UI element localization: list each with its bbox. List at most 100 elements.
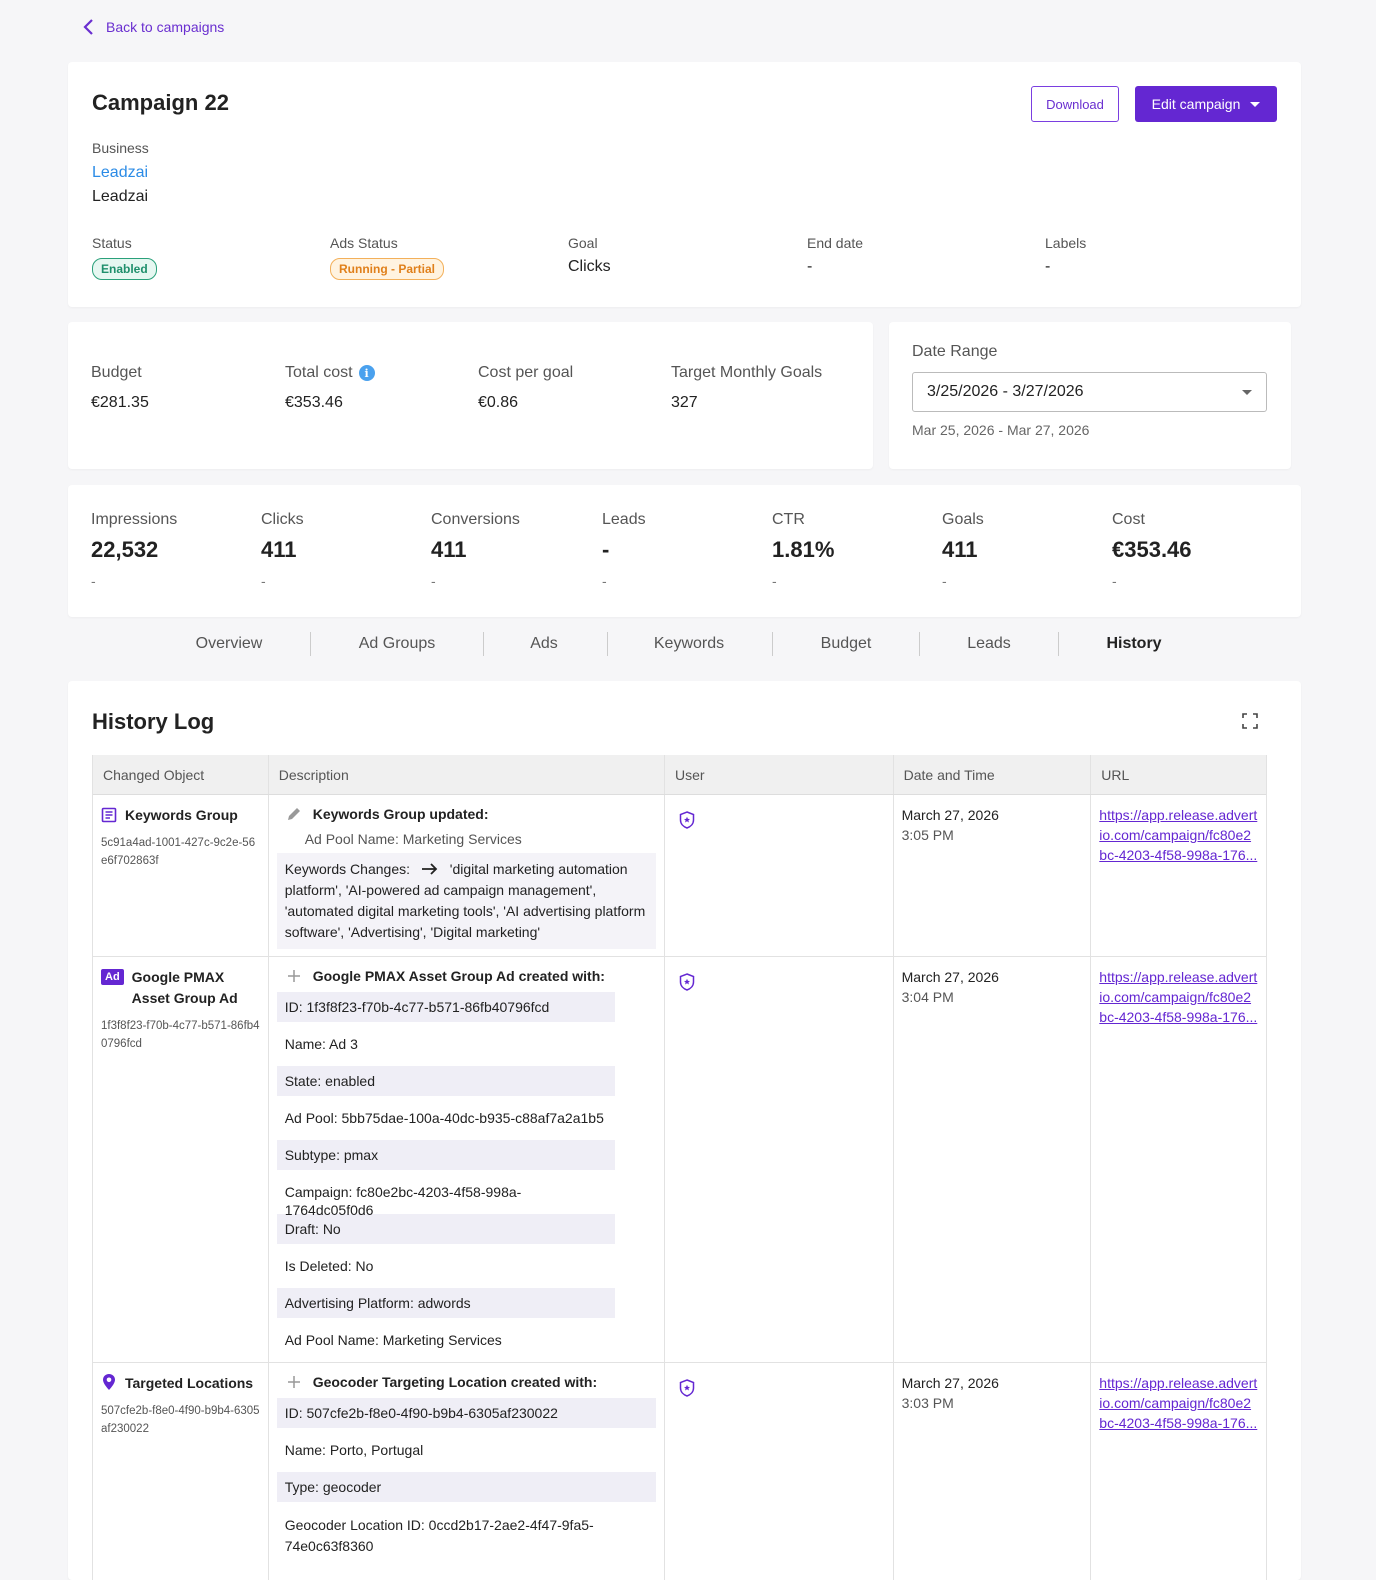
business-label: Business bbox=[92, 140, 149, 156]
field-item: Ad Pool: 5bb75dae-100a-40dc-b935-c88af7a… bbox=[284, 1110, 604, 1126]
cost-per-goal-stat: Cost per goal €0.86 bbox=[478, 364, 573, 412]
caret-down-icon bbox=[1250, 101, 1261, 107]
tab-history[interactable]: History bbox=[1086, 626, 1182, 662]
field-item: Name: Ad 3 bbox=[284, 1036, 358, 1052]
column-header[interactable]: User bbox=[665, 755, 894, 794]
table-row: Keywords Group 5c91a4ad-1001-427c-9c2e-5… bbox=[93, 795, 1266, 957]
metric-delta: - bbox=[91, 573, 96, 589]
business-name: Leadzai bbox=[92, 188, 149, 205]
ad-badge-icon: Ad bbox=[101, 969, 124, 985]
labels-label: Labels bbox=[1045, 235, 1087, 251]
cost-per-goal-label: Cost per goal bbox=[478, 364, 574, 381]
change-date: March 27, 2026 bbox=[901, 807, 999, 823]
field-item: Name: Porto, Portugal bbox=[284, 1442, 424, 1458]
end-date-label: End date bbox=[807, 235, 864, 251]
budget-stat: Budget €281.35 bbox=[91, 364, 149, 412]
ads-status-field: Ads Status Running - Partial bbox=[330, 235, 444, 280]
change-date: March 27, 2026 bbox=[901, 1375, 999, 1391]
table-header: Changed Object Description User Date and… bbox=[93, 755, 1266, 795]
plus-icon bbox=[287, 1376, 300, 1388]
ads-status-badge: Running - Partial bbox=[330, 258, 444, 280]
metric-value: - bbox=[602, 537, 610, 562]
total-cost-value: €353.46 bbox=[285, 394, 343, 411]
url-cell: https://app.release.advertio.com/campaig… bbox=[1091, 1363, 1266, 1580]
shield-user-icon[interactable] bbox=[679, 811, 695, 829]
metric-value: 411 bbox=[261, 537, 297, 562]
tab-keywords[interactable]: Keywords bbox=[636, 626, 742, 662]
column-header[interactable]: Changed Object bbox=[93, 755, 269, 794]
edit-campaign-button[interactable]: Edit campaign bbox=[1135, 86, 1277, 122]
goal-value: Clicks bbox=[568, 258, 611, 275]
metric-label: Goals bbox=[942, 511, 984, 528]
target-goals-label: Target Monthly Goals bbox=[671, 364, 823, 381]
metric-value: €353.46 bbox=[1112, 537, 1192, 562]
info-icon[interactable]: i bbox=[358, 365, 375, 381]
metric-label: Cost bbox=[1112, 511, 1145, 528]
tab-budget[interactable]: Budget bbox=[801, 626, 891, 662]
date-time-cell: March 27, 2026 3:05 PM bbox=[894, 795, 1092, 956]
field-item: ID: 1f3f8f23-f70b-4c77-b571-86fb40796fcd bbox=[276, 992, 615, 1022]
metric-leads: Leads - - bbox=[602, 511, 646, 589]
date-range-card: Date Range 3/25/2026 - 3/27/2026 Mar 25,… bbox=[889, 322, 1291, 469]
metric-value: 22,532 bbox=[91, 537, 159, 562]
description-cell: Google PMAX Asset Group Ad created with:… bbox=[269, 957, 665, 1362]
plus-icon bbox=[287, 970, 300, 982]
field-item: Geocoder Location ID: 0ccd2b17-2ae2-4f47… bbox=[284, 1517, 594, 1554]
tab-ad-groups[interactable]: Ad Groups bbox=[338, 626, 456, 662]
tab-ads[interactable]: Ads bbox=[510, 626, 578, 662]
tab-divider bbox=[483, 632, 484, 656]
metric-clicks: Clicks 411 - bbox=[261, 511, 304, 589]
labels-value: - bbox=[1045, 258, 1051, 275]
tab-overview[interactable]: Overview bbox=[176, 626, 282, 662]
ads-status-label: Ads Status bbox=[330, 235, 398, 251]
object-id: 5c91a4ad-1001-427c-9c2e-56e6f702863f bbox=[101, 837, 256, 867]
column-header[interactable]: Date and Time bbox=[894, 755, 1092, 794]
column-header[interactable]: Description bbox=[269, 755, 665, 794]
fullscreen-icon[interactable] bbox=[1242, 713, 1258, 729]
date-time-cell: March 27, 2026 3:03 PM bbox=[894, 1363, 1092, 1580]
user-cell bbox=[665, 795, 894, 956]
download-button[interactable]: Download bbox=[1031, 86, 1119, 122]
budget-card: Budget €281.35 Total cost i €353.46 Cost … bbox=[68, 322, 873, 469]
shield-user-icon[interactable] bbox=[679, 973, 695, 991]
tab-divider bbox=[919, 632, 920, 656]
metric-label: Leads bbox=[602, 511, 646, 528]
table-row: Ad Google PMAX Asset Group Ad 1f3f8f23-f… bbox=[93, 957, 1266, 1363]
column-header[interactable]: URL bbox=[1091, 755, 1266, 794]
metric-label: Conversions bbox=[431, 511, 520, 528]
keywords-changes-label: Keywords Changes: bbox=[284, 861, 410, 877]
labels-field: Labels - bbox=[1045, 235, 1086, 276]
target-goals-stat: Target Monthly Goals 327 bbox=[671, 364, 822, 412]
metric-delta: - bbox=[942, 573, 947, 589]
metrics-card: Impressions 22,532 - Clicks 411 - Conver… bbox=[68, 485, 1301, 617]
history-log-card: History Log Changed Object Description U… bbox=[68, 681, 1301, 1580]
field-item: Campaign: fc80e2bc-4203-4f58-998a-1764dc… bbox=[284, 1184, 522, 1218]
change-time: 3:04 PM bbox=[901, 989, 954, 1005]
target-goals-value: 327 bbox=[671, 394, 698, 411]
back-label: Back to campaigns bbox=[106, 19, 225, 35]
changed-object-cell: Targeted Locations 507cfe2b-f8e0-4f90-b9… bbox=[93, 1363, 269, 1580]
chevron-left-icon bbox=[83, 19, 93, 35]
description-title: Keywords Group updated: bbox=[312, 806, 489, 822]
status-label: Status bbox=[92, 235, 132, 251]
metric-delta: - bbox=[1112, 573, 1117, 589]
date-range-select[interactable]: 3/25/2026 - 3/27/2026 bbox=[912, 372, 1267, 412]
object-name: Keywords Group bbox=[125, 807, 238, 823]
business-link[interactable]: Leadzai bbox=[92, 164, 148, 182]
object-id: 1f3f8f23-f70b-4c77-b571-86fb40796fcd bbox=[101, 1020, 260, 1050]
goal-label: Goal bbox=[568, 235, 598, 251]
field-item: ID: 507cfe2b-f8e0-4f90-b9b4-6305af230022 bbox=[276, 1398, 656, 1428]
campaign-url-link[interactable]: https://app.release.advertio.com/campaig… bbox=[1099, 967, 1258, 1027]
back-to-campaigns-link[interactable]: Back to campaigns bbox=[82, 18, 224, 36]
date-range-label: Date Range bbox=[912, 343, 998, 360]
field-item: Subtype: pmax bbox=[276, 1140, 615, 1170]
caret-down-icon bbox=[1242, 389, 1252, 395]
shield-user-icon[interactable] bbox=[679, 1379, 695, 1397]
tab-divider bbox=[310, 632, 311, 656]
campaign-url-link[interactable]: https://app.release.advertio.com/campaig… bbox=[1099, 1373, 1258, 1433]
tab-divider bbox=[607, 632, 608, 656]
tab-leads[interactable]: Leads bbox=[948, 626, 1030, 662]
status-badge: Enabled bbox=[92, 258, 157, 280]
campaign-url-link[interactable]: https://app.release.advertio.com/campaig… bbox=[1099, 805, 1258, 865]
object-id: 507cfe2b-f8e0-4f90-b9b4-6305af230022 bbox=[101, 1405, 260, 1435]
